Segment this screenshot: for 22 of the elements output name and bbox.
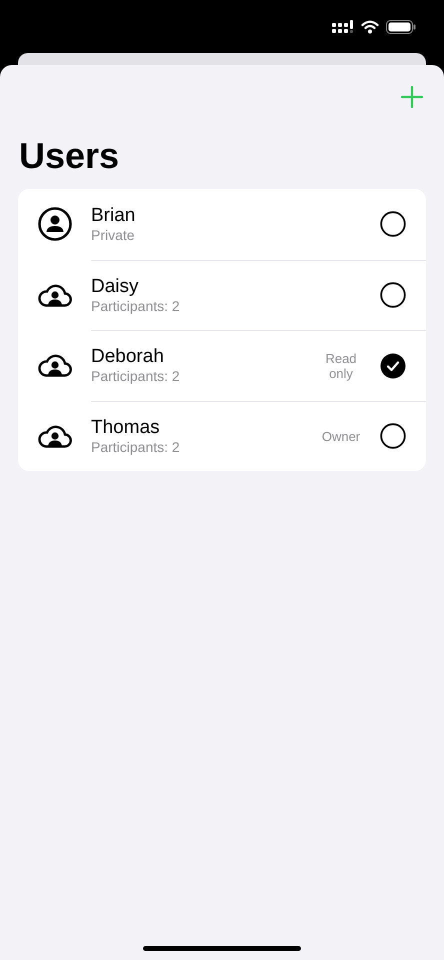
- unchecked-radio[interactable]: [380, 423, 406, 450]
- user-detail: Participants: 2: [91, 298, 181, 315]
- signal-icon: [332, 20, 354, 34]
- battery-icon: [386, 20, 416, 34]
- page-title: Users: [19, 135, 120, 177]
- user-name: Daisy: [91, 276, 140, 298]
- cloud-person-icon: [38, 282, 72, 307]
- user-name: Deborah: [91, 346, 165, 368]
- checked-radio[interactable]: [380, 352, 406, 379]
- user-detail: Private: [91, 226, 136, 244]
- user-detail: Participants: 2: [91, 368, 181, 386]
- user-name: Thomas: [91, 416, 161, 439]
- person-icon: [38, 207, 72, 242]
- user-detail: Participants: 2: [91, 438, 181, 456]
- cloud-person-icon: [38, 353, 72, 378]
- role-label: Owner: [320, 428, 362, 444]
- user-name: Brian: [91, 204, 136, 227]
- wifi-icon: [361, 20, 379, 34]
- cloud-person-icon: [38, 424, 72, 448]
- unchecked-radio[interactable]: [380, 211, 406, 238]
- unchecked-radio[interactable]: [380, 282, 406, 308]
- role-label: Read only: [324, 350, 358, 381]
